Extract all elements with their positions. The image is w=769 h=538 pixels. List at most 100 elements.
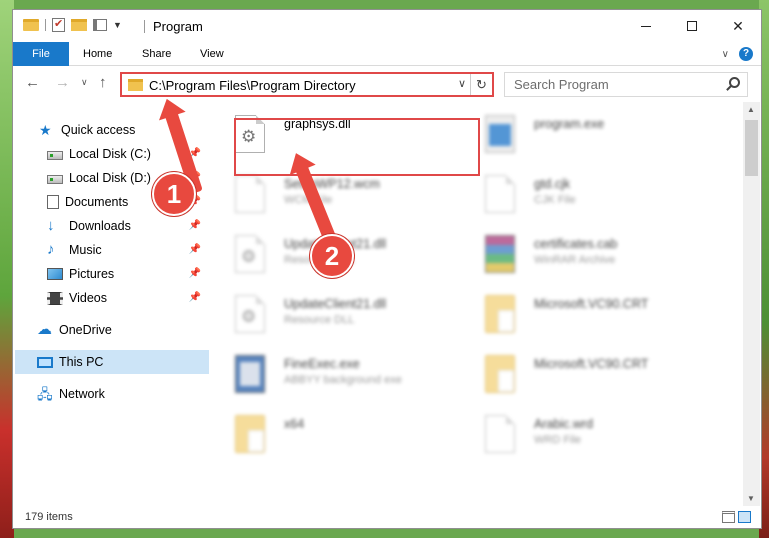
- file-type: Resource DLL: [284, 314, 355, 326]
- sidebar-item-label: OneDrive: [59, 323, 112, 337]
- sidebar-item-downloads[interactable]: ↓ Downloads 📌: [13, 214, 207, 238]
- pin-icon[interactable]: 📌: [189, 244, 201, 255]
- scroll-down-icon[interactable]: ▼: [747, 494, 755, 503]
- file-item[interactable]: gtd.cjk CJK File: [461, 168, 701, 224]
- scroll-up-icon[interactable]: ▲: [747, 105, 755, 114]
- details-view-icon[interactable]: [722, 511, 735, 523]
- address-path[interactable]: C:\Program Files\Program Directory: [149, 78, 356, 93]
- large-icons-view-icon[interactable]: [738, 511, 751, 523]
- video-icon: [47, 291, 63, 305]
- sidebar-item-onedrive[interactable]: ☁ OneDrive: [13, 318, 207, 342]
- up-button[interactable]: ↑: [99, 74, 107, 91]
- file-item[interactable]: certificates.cab WinRAR Archive: [461, 228, 701, 284]
- title-divider: [144, 20, 145, 33]
- file-item[interactable]: FineExec.exe ABBYY background exe: [211, 348, 451, 404]
- drive-icon: [47, 151, 63, 160]
- exe-icon: [235, 355, 265, 393]
- step-badge-1: 1: [152, 172, 196, 216]
- back-button[interactable]: ←: [25, 74, 40, 91]
- close-button[interactable]: ✕: [715, 10, 761, 42]
- address-bar[interactable]: C:\Program Files\Program Directory ∨ ↻: [120, 72, 494, 97]
- archive-icon: [485, 235, 515, 273]
- folder-item[interactable]: x64: [211, 408, 451, 464]
- ribbon-controls: ∨ ?: [722, 47, 753, 61]
- forward-button[interactable]: →: [55, 74, 70, 91]
- folder-icon: [485, 295, 515, 333]
- expand-ribbon-chevron-icon[interactable]: ∨: [722, 49, 729, 60]
- sidebar-item-pictures[interactable]: Pictures 📌: [13, 262, 207, 286]
- sidebar-item-label: Documents: [65, 195, 129, 209]
- window-title: Program: [153, 19, 203, 34]
- file-name: program.exe: [534, 117, 605, 131]
- file-name: Arabic.wrd: [534, 417, 594, 431]
- file-name: certificates.cab: [534, 237, 618, 251]
- file-type: WinRAR Archive: [534, 254, 616, 266]
- file-item[interactable]: UpdateClient21.dll Resource DLL: [211, 288, 451, 344]
- quick-access-toolbar: ▼: [23, 17, 122, 32]
- pin-icon[interactable]: 📌: [189, 292, 201, 303]
- tab-file[interactable]: File: [13, 42, 69, 66]
- item-count: 179 items: [25, 511, 73, 523]
- sidebar-item-music[interactable]: ♪ Music 📌: [13, 238, 207, 262]
- file-name: x64: [284, 417, 305, 431]
- highlight-box-graphsys-dll: [234, 118, 480, 176]
- search-input[interactable]: [505, 73, 715, 96]
- step-badge-2: 2: [310, 234, 354, 278]
- search-icon[interactable]: [729, 77, 740, 88]
- dll-icon: [235, 235, 265, 273]
- view-options-icon[interactable]: [93, 19, 107, 31]
- drive-icon: [47, 175, 63, 184]
- sidebar-item-network[interactable]: 🖧 Network: [13, 382, 207, 406]
- file-name: gtd.cjk: [534, 177, 571, 191]
- toolbar-divider: [45, 19, 46, 31]
- file-name: FineExec.exe: [284, 357, 360, 371]
- download-icon: ↓: [47, 217, 55, 234]
- address-dropdown-chevron-icon[interactable]: ∨: [458, 77, 466, 90]
- recent-locations-chevron-icon[interactable]: ∨: [81, 77, 88, 88]
- properties-icon[interactable]: [52, 17, 65, 32]
- scroll-thumb[interactable]: [745, 120, 758, 176]
- cloud-icon: ☁: [37, 321, 52, 338]
- file-item[interactable]: Arabic.wrd WRD File: [461, 408, 701, 464]
- file-name: UpdateClient21.dll: [284, 297, 387, 311]
- maximize-icon: [687, 21, 697, 31]
- customize-toolbar-chevron-icon[interactable]: ▼: [113, 20, 122, 30]
- refresh-button[interactable]: ↻: [470, 74, 492, 95]
- file-name: Microsoft.VC90.CRT: [534, 297, 649, 311]
- pin-icon[interactable]: 📌: [189, 268, 201, 279]
- tab-home[interactable]: Home: [83, 42, 112, 66]
- vertical-scrollbar[interactable]: ▲ ▼: [743, 102, 760, 506]
- minimize-icon: [641, 25, 651, 27]
- sidebar-item-label: Local Disk (D:): [69, 171, 151, 185]
- new-folder-icon[interactable]: [71, 19, 87, 31]
- title-bar: ▼ Program ✕: [13, 10, 761, 42]
- maximize-button[interactable]: [669, 10, 715, 42]
- folder-item[interactable]: Microsoft.VC90.CRT: [461, 288, 701, 344]
- file-type: WRD File: [534, 434, 582, 446]
- app-icon: [485, 115, 515, 153]
- search-box[interactable]: [504, 72, 748, 97]
- tab-share[interactable]: Share: [142, 42, 171, 66]
- sidebar-item-label: Videos: [69, 291, 107, 305]
- pin-icon[interactable]: 📌: [189, 220, 201, 231]
- close-icon: ✕: [732, 17, 744, 34]
- sidebar-item-label: Local Disk (C:): [69, 147, 151, 161]
- file-icon: [485, 175, 515, 213]
- minimize-button[interactable]: [623, 10, 669, 42]
- folder-item[interactable]: Microsoft.VC90.CRT: [461, 348, 701, 404]
- folder-icon: [485, 355, 515, 393]
- picture-icon: [47, 268, 63, 280]
- sidebar-item-videos[interactable]: Videos 📌: [13, 286, 207, 310]
- status-bar: 179 items: [13, 506, 761, 528]
- folder-icon: [235, 415, 265, 453]
- folder-icon: [23, 19, 39, 31]
- file-type: CJK File: [534, 194, 576, 206]
- help-icon[interactable]: ?: [739, 47, 753, 61]
- sidebar-item-label: Quick access: [61, 123, 136, 137]
- file-item[interactable]: program.exe: [461, 108, 701, 164]
- file-item[interactable]: SetupWP12.wcm WCM File: [211, 168, 451, 224]
- sidebar-item-label: This PC: [59, 355, 104, 369]
- tab-view[interactable]: View: [200, 42, 224, 66]
- file-icon: [235, 175, 265, 213]
- sidebar-item-this-pc[interactable]: This PC: [15, 350, 209, 374]
